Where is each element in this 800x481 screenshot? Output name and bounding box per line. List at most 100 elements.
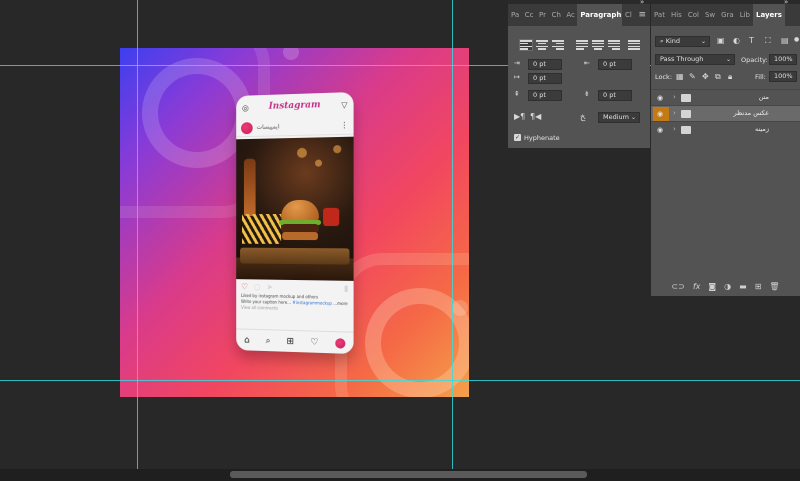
- burger-bun-bottom: [282, 232, 318, 240]
- new-group-icon[interactable]: ▬: [739, 282, 747, 291]
- justify-last-left-button[interactable]: [576, 40, 588, 50]
- adjustment-layer-icon[interactable]: ◑: [724, 282, 731, 291]
- guide-horizontal[interactable]: [0, 380, 800, 381]
- pixel-filter-icon[interactable]: ▣: [717, 36, 725, 45]
- tab-paths[interactable]: Pa: [508, 4, 522, 26]
- send-icon: ▽: [341, 100, 347, 109]
- ltr-direction-icon[interactable]: ¶◀: [530, 112, 541, 121]
- layer-name[interactable]: زمینه: [699, 125, 769, 133]
- layers-footer: ⊂⊃ fx ◙ ◑ ▬ ⊞ 🗑︎: [651, 278, 800, 294]
- new-layer-icon[interactable]: ⊞: [755, 282, 762, 291]
- tab-layers[interactable]: Layers: [753, 4, 785, 26]
- adjustment-filter-icon[interactable]: ◐: [733, 36, 740, 45]
- visibility-eye-icon[interactable]: ◉: [657, 94, 663, 102]
- lock-artboard-icon[interactable]: ⧉: [715, 72, 721, 82]
- serving-board: [240, 248, 349, 265]
- chevron-down-icon: ⌄: [631, 113, 636, 122]
- space-before-field[interactable]: 0 pt: [528, 90, 562, 101]
- visibility-eye-icon[interactable]: ◉: [657, 110, 663, 118]
- type-filter-icon[interactable]: T: [749, 36, 754, 45]
- smart-object-filter-icon[interactable]: ▤: [781, 36, 789, 45]
- horizontal-scrollbar[interactable]: [0, 469, 800, 481]
- post-username: ایمپیسات: [257, 122, 337, 131]
- heart-icon: ♡: [310, 337, 318, 347]
- instagram-header: ◎ Instagram ▽: [236, 92, 353, 120]
- fill-label: Fill:: [755, 73, 766, 81]
- instagram-logo: Instagram: [269, 100, 321, 112]
- bokeh-light: [315, 160, 322, 167]
- kashida-select[interactable]: Medium ⌄: [598, 112, 640, 123]
- layer-row[interactable]: ◉ › متن: [651, 89, 800, 105]
- indent-left-field[interactable]: 0 pt: [528, 59, 562, 70]
- layers-panel-tabs: Pat His Col Sw Gra Lib Layers: [651, 4, 800, 26]
- justify-last-center-button[interactable]: [592, 40, 604, 50]
- first-line-indent-field[interactable]: 0 pt: [528, 73, 562, 84]
- chevron-right-icon[interactable]: ›: [673, 109, 676, 117]
- layer-row[interactable]: ◉ › زمینه: [651, 121, 800, 137]
- tab-swatches[interactable]: Sw: [702, 4, 718, 26]
- chevron-right-icon[interactable]: ›: [673, 93, 676, 101]
- layer-name[interactable]: عکس مدنظر: [699, 109, 769, 117]
- tab-patterns[interactable]: Pat: [651, 4, 668, 26]
- space-after-icon: ⇟: [584, 90, 590, 98]
- fill-field[interactable]: 100%: [769, 71, 797, 82]
- layer-filter-select[interactable]: ⌕ Kind ⌄: [655, 36, 710, 47]
- camera-icon: ◎: [242, 103, 249, 112]
- chevron-right-icon[interactable]: ›: [673, 125, 676, 133]
- hyphenate-checkbox[interactable]: ✓: [514, 134, 521, 141]
- tab-properties[interactable]: Pr: [536, 4, 549, 26]
- kashida-value: Medium: [603, 113, 629, 121]
- opacity-field[interactable]: 100%: [769, 54, 797, 65]
- paragraph-panel-tabs: Pa Cc Pr Ch Ac Paragraph Cl ≡: [508, 4, 650, 26]
- tab-character[interactable]: Ch: [549, 4, 564, 26]
- layer-row-selected[interactable]: ◉ › عکس مدنظر: [651, 105, 800, 121]
- tab-cc[interactable]: Cc: [522, 4, 536, 26]
- panel-menu-icon[interactable]: ≡: [634, 4, 650, 26]
- rtl-direction-icon[interactable]: ▶¶: [514, 112, 525, 121]
- align-left-button[interactable]: [520, 40, 532, 50]
- lock-image-icon[interactable]: ✎: [689, 72, 696, 81]
- tab-libraries[interactable]: Lib: [737, 4, 753, 26]
- lock-all-icon[interactable]: 🔒︎: [728, 72, 732, 82]
- lock-label: Lock:: [655, 73, 672, 81]
- tab-paragraph[interactable]: Paragraph: [577, 4, 622, 26]
- blend-mode-select[interactable]: Pass Through ⌄: [655, 54, 735, 65]
- tab-history[interactable]: His: [668, 4, 685, 26]
- guide-vertical[interactable]: [452, 0, 453, 470]
- align-right-button[interactable]: [552, 40, 564, 50]
- guide-vertical[interactable]: [137, 0, 138, 470]
- caption-more: ...more: [333, 301, 347, 306]
- document-canvas[interactable]: ◎ Instagram ▽ ایمپیسات ⋮ ♡ ○ ➤ ▮ Liked b…: [120, 48, 469, 397]
- align-center-button[interactable]: [536, 40, 548, 50]
- space-before-icon: ⇞: [514, 90, 520, 98]
- indent-right-icon: ⇤: [584, 59, 590, 67]
- fx-icon[interactable]: fx: [693, 282, 701, 291]
- home-icon: ⌂: [244, 335, 250, 345]
- layer-name[interactable]: متن: [699, 93, 769, 101]
- layer-filter-value: Kind: [666, 37, 680, 45]
- justify-last-right-button[interactable]: [608, 40, 620, 50]
- comment-icon: ○: [254, 282, 261, 291]
- link-layers-icon[interactable]: ⊂⊃: [671, 282, 684, 291]
- heart-icon: ♡: [241, 282, 248, 291]
- delete-layer-icon[interactable]: 🗑︎: [769, 282, 779, 291]
- shape-filter-icon[interactable]: ⛶: [765, 36, 771, 46]
- profile-avatar: [335, 338, 345, 348]
- post-photo: [236, 137, 353, 281]
- fries: [242, 214, 281, 244]
- lock-transparency-icon[interactable]: ▦: [676, 72, 684, 81]
- tab-clone[interactable]: Cl: [622, 4, 634, 26]
- tab-gradients[interactable]: Gra: [718, 4, 737, 26]
- indent-right-field[interactable]: 0 pt: [598, 59, 632, 70]
- visibility-eye-icon[interactable]: ◉: [657, 126, 663, 134]
- justify-all-button[interactable]: [628, 40, 640, 50]
- lock-position-icon[interactable]: ✥: [702, 72, 709, 81]
- tab-actions[interactable]: Ac: [563, 4, 577, 26]
- space-after-field[interactable]: 0 pt: [598, 90, 632, 101]
- tab-color[interactable]: Col: [685, 4, 702, 26]
- search-icon: ⌕: [266, 336, 271, 346]
- add-mask-icon[interactable]: ◙: [708, 282, 716, 291]
- share-icon: ➤: [267, 282, 274, 291]
- scrollbar-thumb[interactable]: [230, 471, 587, 478]
- filter-toggle-icon[interactable]: ●: [794, 36, 799, 43]
